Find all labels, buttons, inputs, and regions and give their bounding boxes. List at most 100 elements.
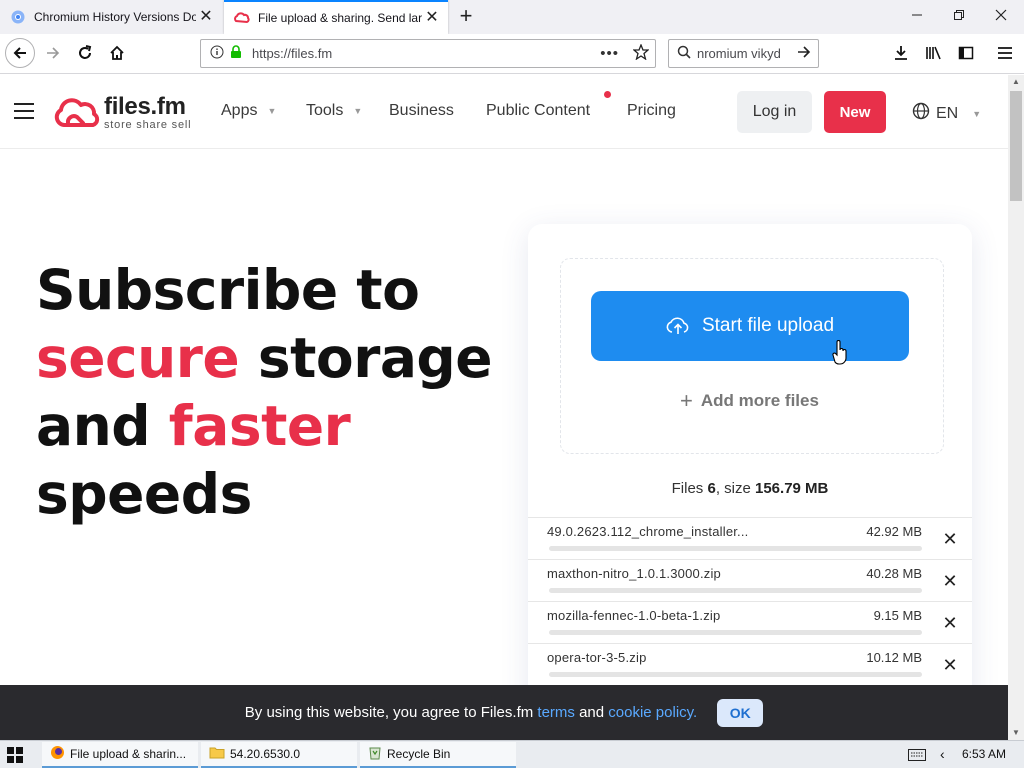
restore-icon[interactable]	[938, 0, 980, 30]
file-name: maxthon-nitro_1.0.1.3000.zip	[547, 566, 721, 581]
search-go-arrow-icon[interactable]	[796, 44, 812, 63]
nav-apps[interactable]: Apps ▼	[221, 102, 276, 120]
taskbar-item-folder[interactable]: 54.20.6530.0	[201, 742, 357, 768]
taskbar-item-recycle-bin[interactable]: Recycle Bin	[360, 742, 516, 768]
recycle-bin-icon	[368, 745, 382, 763]
file-progress-bar	[549, 546, 922, 551]
file-row: opera-tor-3-5.zip 10.12 MB ✕	[528, 643, 972, 685]
start-upload-label: Start file upload	[701, 315, 835, 336]
language-selector[interactable]: EN ▼	[912, 102, 981, 125]
keyboard-icon[interactable]	[908, 749, 926, 764]
search-icon	[677, 45, 691, 62]
start-windows-icon[interactable]	[7, 747, 23, 766]
nav-tools[interactable]: Tools ▼	[306, 102, 362, 120]
tray-chevron-icon[interactable]: ‹	[940, 746, 945, 762]
file-name: mozilla-fennec-1.0-beta-1.zip	[547, 608, 721, 623]
taskbar-clock[interactable]: 6:53 AM	[962, 747, 1006, 761]
cookie-policy-link[interactable]: cookie policy.	[608, 704, 697, 721]
file-size: 42.92 MB	[866, 524, 922, 539]
logo-tagline: store share sell	[104, 119, 192, 131]
hero-line-4: speeds	[36, 462, 252, 526]
cloud-upload-icon	[666, 317, 689, 334]
reload-icon[interactable]	[70, 38, 100, 68]
library-icon[interactable]	[919, 38, 949, 68]
taskbar-item-label: File upload & sharin...	[70, 747, 187, 761]
minimize-icon[interactable]	[896, 0, 938, 30]
download-icon[interactable]	[886, 38, 916, 68]
nav-label: Tools	[306, 102, 344, 119]
file-row: mozilla-fennec-1.0-beta-1.zip 9.15 MB ✕	[528, 601, 972, 643]
remove-file-icon[interactable]: ✕	[942, 529, 958, 550]
cookie-banner: By using this website, you agree to File…	[0, 685, 1008, 740]
sidebar-toggle-icon[interactable]	[951, 38, 981, 68]
search-input[interactable]: nromium vikyd	[697, 46, 796, 61]
close-tab-icon[interactable]: ✕	[422, 8, 442, 28]
firefox-app-icon	[50, 745, 65, 763]
file-row: 49.0.2623.112_chrome_installer... 42.92 …	[528, 517, 972, 559]
nav-pricing[interactable]: Pricing	[627, 102, 676, 120]
nav-label: Pricing	[627, 102, 676, 119]
remove-file-icon[interactable]: ✕	[942, 613, 958, 634]
nav-public-content[interactable]: Public Content	[486, 102, 590, 120]
files-fm-favicon-icon	[234, 10, 250, 26]
file-size: 40.28 MB	[866, 566, 922, 581]
file-name: 49.0.2623.112_chrome_installer...	[547, 524, 749, 539]
url-bar[interactable]: https://files.fm •••	[200, 39, 656, 68]
bookmark-star-icon[interactable]	[632, 43, 650, 63]
page-actions-icon[interactable]: •••	[600, 45, 619, 62]
hamburger-menu-icon[interactable]	[990, 38, 1020, 68]
cookie-ok-button[interactable]: OK	[717, 698, 764, 727]
hero-highlight-secure: secure	[36, 326, 240, 390]
terms-link[interactable]: terms	[537, 704, 575, 721]
remove-file-icon[interactable]: ✕	[942, 655, 958, 676]
hero-highlight-faster: faster	[168, 394, 351, 458]
nav-label: Business	[389, 102, 454, 119]
cookie-text-and: and	[574, 704, 609, 721]
hero-text: storage	[239, 326, 493, 390]
file-name: opera-tor-3-5.zip	[547, 650, 647, 665]
home-icon[interactable]	[102, 38, 132, 68]
browser-tab-bar: Chromium History Versions Do ✕ File uplo…	[0, 0, 1024, 34]
caret-down-icon: ▼	[353, 106, 363, 116]
tab-title: File upload & sharing. Send lar	[258, 11, 422, 25]
close-tab-icon[interactable]: ✕	[196, 7, 216, 27]
files-fm-logo[interactable]: files.fm store share sell	[52, 95, 191, 131]
new-tab-icon[interactable]: +	[452, 3, 480, 31]
lock-icon	[230, 45, 242, 62]
forward-arrow-icon[interactable]	[38, 38, 68, 68]
nav-business[interactable]: Business	[389, 102, 454, 120]
logo-name: files.fm	[104, 93, 186, 120]
remove-file-icon[interactable]: ✕	[942, 571, 958, 592]
close-window-icon[interactable]	[980, 0, 1022, 30]
hand-cursor-icon	[832, 340, 848, 371]
new-button[interactable]: New	[824, 91, 886, 133]
page-scrollbar[interactable]: ▲ ▼	[1008, 75, 1024, 740]
tab-chromium-history[interactable]: Chromium History Versions Do ✕	[0, 0, 222, 34]
nav-label: Apps	[221, 102, 258, 119]
folder-icon	[209, 746, 225, 762]
search-bar[interactable]: nromium vikyd	[668, 39, 819, 68]
taskbar-item-firefox[interactable]: File upload & sharin...	[42, 742, 198, 768]
info-icon[interactable]	[210, 45, 224, 62]
file-list: 49.0.2623.112_chrome_installer... 42.92 …	[528, 517, 972, 685]
tab-title: Chromium History Versions Do	[34, 10, 196, 24]
url-text: https://files.fm	[252, 46, 333, 61]
size-label: , size	[715, 480, 751, 497]
cloud-logo-icon	[52, 95, 100, 136]
taskbar-item-label: 54.20.6530.0	[230, 747, 301, 761]
hero-line-1: Subscribe to	[36, 258, 420, 322]
site-menu-icon[interactable]	[14, 103, 34, 119]
cookie-text: By using this website, you agree to File…	[244, 704, 538, 721]
scroll-up-arrow-icon[interactable]: ▲	[1008, 75, 1024, 89]
add-more-files-button[interactable]: + Add more files	[680, 390, 819, 412]
file-size: 10.12 MB	[866, 650, 922, 665]
tab-files-fm[interactable]: File upload & sharing. Send lar ✕	[224, 0, 448, 34]
login-button[interactable]: Log in	[737, 91, 812, 133]
add-more-label: Add more files	[700, 391, 819, 410]
start-file-upload-button[interactable]: Start file upload	[591, 291, 909, 361]
scrollbar-thumb[interactable]	[1010, 91, 1022, 201]
file-progress-bar	[549, 588, 922, 593]
taskbar-item-label: Recycle Bin	[387, 747, 451, 761]
scroll-down-arrow-icon[interactable]: ▼	[1008, 726, 1024, 740]
back-arrow-icon[interactable]	[5, 38, 35, 68]
